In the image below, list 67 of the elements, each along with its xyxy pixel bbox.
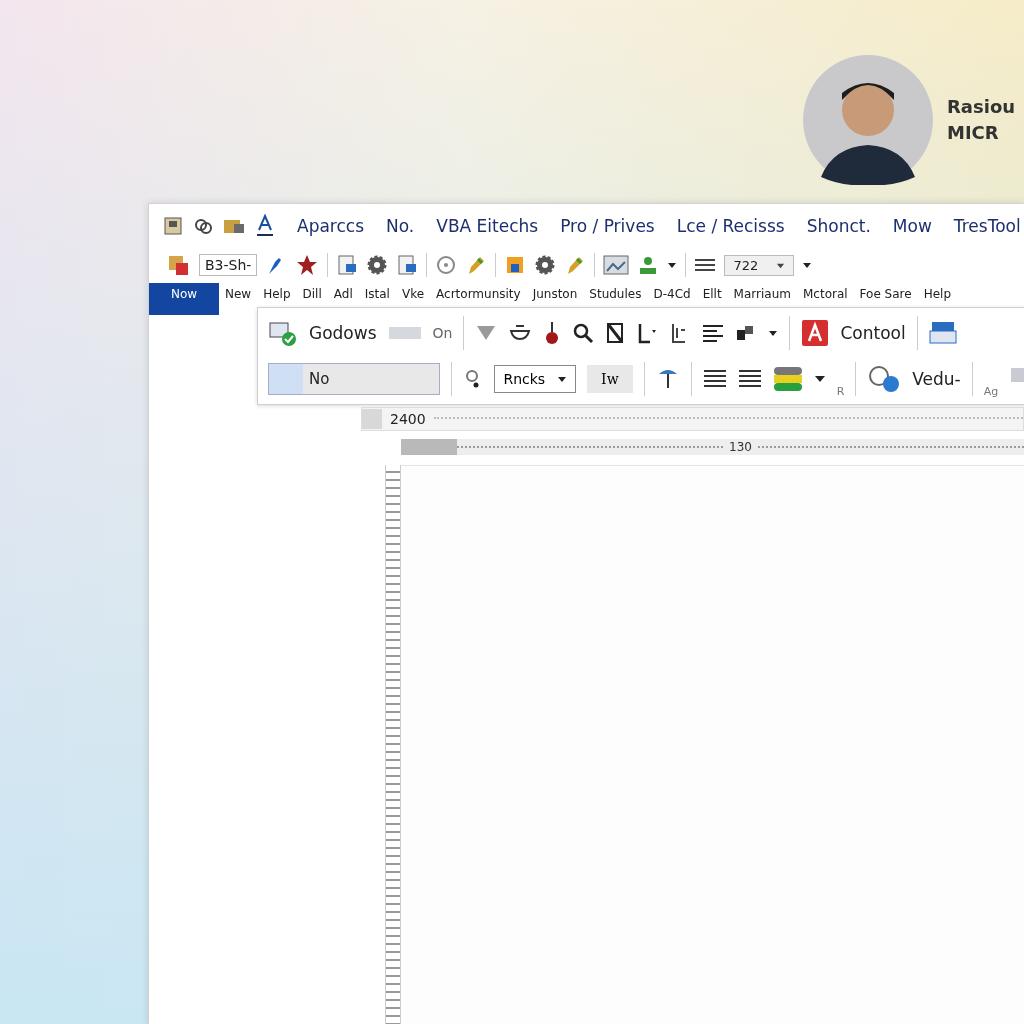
ribbon-tab[interactable]: Foe Sare [853,283,918,305]
ruler-number: 130 [728,440,753,454]
document-icon[interactable] [396,254,419,277]
bowl-icon[interactable] [508,323,533,343]
menu-item[interactable]: Aparccs [297,215,364,236]
on-dropdown[interactable]: On [432,325,453,341]
font-field[interactable]: B3-Sh- [199,254,258,277]
vedu-label[interactable]: Vedu- [912,369,961,389]
caret-icon [557,374,568,384]
printer-icon[interactable] [928,320,957,346]
justify-icon[interactable] [702,369,727,389]
menu-item[interactable]: Shonct. [806,215,871,236]
menu-item[interactable]: TresTool [953,215,1021,236]
profile-name: Rasiou [947,95,1016,119]
group-label: R [836,385,845,398]
align-left-icon[interactable] [702,324,725,342]
ribbon-tab[interactable]: Vke [395,283,431,305]
ribbon-tab[interactable]: New [219,283,258,305]
layers-icon[interactable] [772,365,803,393]
ribbon-tab[interactable]: Marriaum [727,283,797,305]
menu-item[interactable]: Lce / Recisss [676,215,785,236]
style-button[interactable]: No [268,363,441,395]
ribbon-tab[interactable]: Mctoral [796,283,854,305]
ruler-toggle[interactable] [362,409,382,429]
group-label: Ag [983,385,999,398]
avatar-icon [803,55,933,185]
ribbon-tab[interactable]: Dill [296,283,328,305]
menu-item[interactable]: Mow [892,215,932,236]
indent-icon[interactable] [636,322,659,344]
ribbon-tab[interactable]: Junston [526,283,584,305]
clock-icon[interactable] [435,254,458,277]
search-icon[interactable] [572,322,595,344]
calendar-icon[interactable] [167,253,191,278]
image-icon[interactable] [603,254,630,277]
menu-item[interactable]: Pro / Prives [560,215,655,236]
iw-field[interactable]: Iw [587,365,633,393]
ribbon-tab[interactable]: Acrtormunsity [430,283,527,305]
monitor-check-icon[interactable] [268,319,298,347]
gear-icon[interactable] [534,254,557,277]
lines-icon[interactable] [694,257,717,274]
ribbon-tab[interactable]: Studules [583,283,648,305]
profile-subtitle: MICR [947,121,1000,145]
document-icon[interactable] [336,254,359,277]
caret-icon[interactable] [768,328,779,338]
ruler-margin [401,439,457,455]
ruler-value: 2400 [390,411,426,427]
justify-icon[interactable] [737,369,762,389]
ribbon-tab[interactable]: Ellt [696,283,728,305]
control-label[interactable]: Contool [840,323,906,343]
menu-item[interactable]: No. [386,215,415,236]
caret-icon[interactable] [813,374,826,384]
document-icon[interactable] [163,215,183,236]
menu-item[interactable]: VBA Eitechs [436,215,539,236]
rncks-dropdown[interactable]: Rncks [494,365,577,393]
underline-icon[interactable] [255,213,275,238]
ribbon-tab[interactable]: Help [917,283,957,305]
style-label[interactable]: Godows [309,323,377,343]
ribbon-tab[interactable]: Help [257,283,297,305]
font-color-icon[interactable] [801,319,830,347]
ribbon-tab[interactable]: Now [149,283,219,315]
ribbon-tab[interactable]: D-4Cd [647,283,697,305]
ribbon-tab[interactable]: Adl [327,283,359,305]
gear-icon[interactable] [366,254,389,277]
page-icon[interactable] [605,322,626,344]
ribbon-tab[interactable]: Istal [358,283,396,305]
clock-badge-icon[interactable] [867,365,902,393]
zoom-field[interactable]: 722 [724,254,795,276]
